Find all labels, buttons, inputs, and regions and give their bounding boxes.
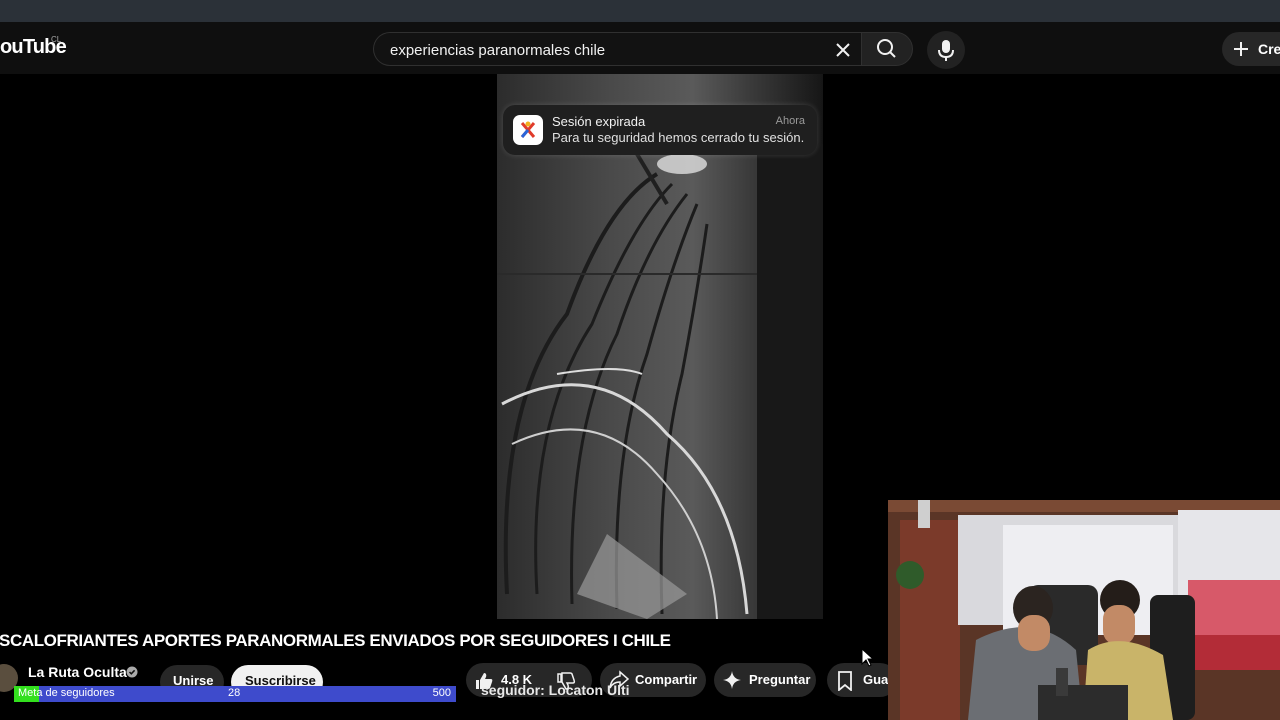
video-frame xyxy=(497,74,823,619)
channel-name[interactable]: La Ruta Oculta xyxy=(28,664,127,680)
cursor-icon xyxy=(861,648,874,667)
search-box xyxy=(373,32,861,67)
follower-goal-target: 500 xyxy=(432,687,451,699)
webcam-overlay xyxy=(888,500,1280,720)
youtube-header: ouTube CL Crea xyxy=(0,22,1280,74)
clear-icon xyxy=(836,43,850,57)
mic-icon xyxy=(938,40,954,61)
notification-time: Ahora xyxy=(775,115,805,127)
follower-goal-label: Meta de seguidores xyxy=(18,687,115,699)
search-icon xyxy=(877,39,896,58)
notification-title: Sesión expirada xyxy=(552,114,646,129)
share-label: Compartir xyxy=(635,672,698,687)
search-button[interactable] xyxy=(861,32,913,66)
create-label: Crea xyxy=(1258,41,1280,57)
search-input[interactable] xyxy=(388,33,812,67)
plus-icon xyxy=(1234,42,1248,56)
notification-body: Para tu seguridad hemos cerrado tu sesió… xyxy=(552,130,805,145)
ask-label: Preguntar xyxy=(749,672,811,687)
voice-search-button[interactable] xyxy=(927,31,965,69)
stream-overlay-text: seguidor: Locaton Ulti xyxy=(481,682,630,698)
clear-search-button[interactable] xyxy=(830,37,856,63)
country-code: CL xyxy=(51,35,62,44)
follower-goal-current: 28 xyxy=(228,687,241,699)
follower-goal-bar: Meta de seguidores 28 500 xyxy=(14,686,456,702)
video-scene-image xyxy=(497,144,823,619)
video-title: SCALOFRIANTES APORTES PARANORMALES ENVIA… xyxy=(0,631,671,650)
verified-icon xyxy=(126,666,138,678)
sparkle-icon xyxy=(723,671,741,689)
webcam-image xyxy=(888,500,1280,720)
session-expired-notification[interactable]: Sesión expirada Ahora Para tu seguridad … xyxy=(503,105,817,155)
save-button[interactable]: Guar xyxy=(827,663,897,697)
bookmark-icon xyxy=(838,671,852,691)
app-icon xyxy=(513,115,543,145)
browser-top-strip xyxy=(0,0,1280,22)
create-button[interactable]: Crea xyxy=(1222,32,1280,66)
ask-button[interactable]: Preguntar xyxy=(714,663,816,697)
